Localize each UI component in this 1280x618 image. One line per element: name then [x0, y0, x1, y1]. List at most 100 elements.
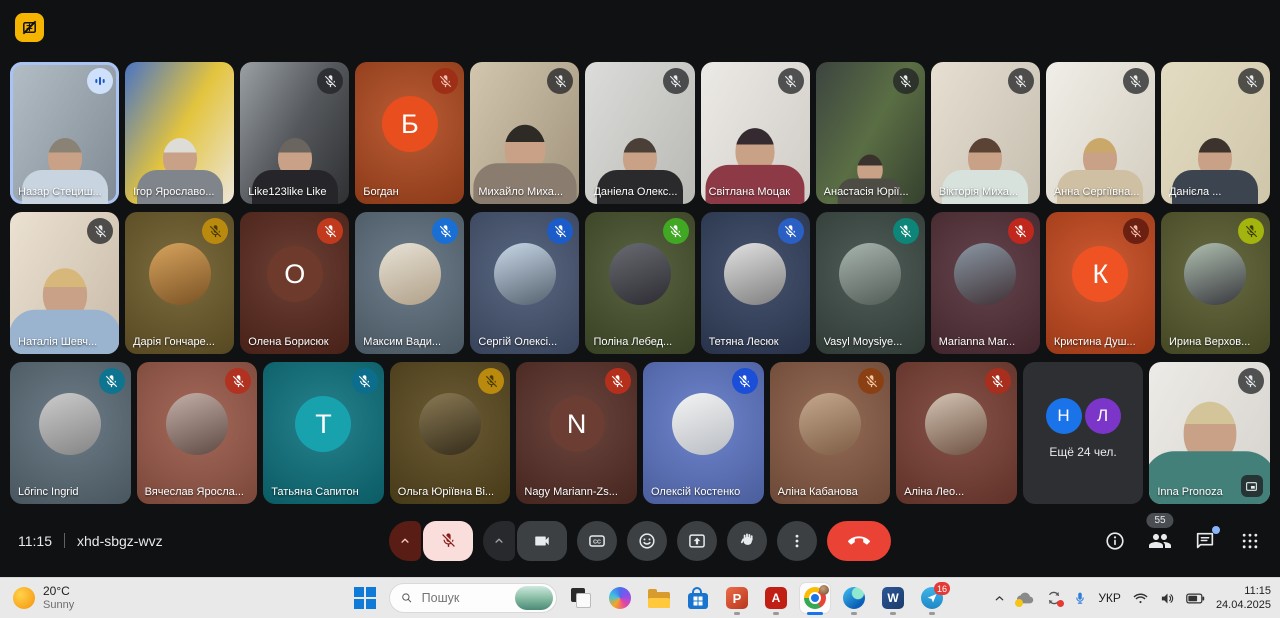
participant-tile[interactable]: Т Татьяна Сапитон: [263, 362, 384, 504]
participant-name: Marianna Mar...: [938, 336, 1016, 348]
participant-tile[interactable]: Ігор Ярославо...: [125, 62, 235, 204]
search-input[interactable]: [419, 590, 508, 606]
participant-tile[interactable]: Михайло Миха...: [470, 62, 580, 204]
meeting-details-button[interactable]: [1103, 529, 1127, 553]
onedrive-warning-badge: [1015, 599, 1024, 607]
recording-dot: [1057, 600, 1065, 607]
participant-tile[interactable]: Inna Pronoza: [1149, 362, 1270, 504]
participant-tile[interactable]: Назар Стециш...: [10, 62, 120, 204]
participant-tile[interactable]: Анна Сергіївна...: [1045, 62, 1155, 204]
file-explorer-button[interactable]: [644, 583, 674, 613]
avatar-image: [419, 393, 482, 456]
participant-tile[interactable]: К Кристина Душ...: [1045, 212, 1155, 354]
volume-icon[interactable]: [1160, 591, 1175, 606]
activities-button[interactable]: [1238, 529, 1262, 553]
mic-muted-icon: [351, 368, 378, 394]
avatar-image: [798, 393, 861, 456]
participant-name: Анна Сергіївна...: [1053, 186, 1140, 198]
chat-button[interactable]: [1193, 525, 1220, 553]
acrobat-button[interactable]: A: [761, 583, 791, 613]
mic-muted-icon: [662, 68, 689, 94]
taskbar-search[interactable]: [389, 583, 557, 613]
end-call-button[interactable]: [827, 520, 891, 561]
mic-options-button[interactable]: [389, 520, 421, 561]
participant-tile[interactable]: Анастасія Юрії...: [815, 62, 925, 204]
participant-name: Тетяна Лесюк: [708, 336, 779, 348]
participant-tile[interactable]: Б Богдан: [355, 62, 465, 204]
mic-muted-icon: [87, 218, 114, 244]
mute-button[interactable]: [423, 520, 473, 561]
participant-tile[interactable]: О Олена Борисюк: [240, 212, 350, 354]
wifi-icon[interactable]: [1132, 592, 1149, 605]
participant-tile[interactable]: Like123like Like: [240, 62, 350, 204]
participant-tile[interactable]: Сергій Олексі...: [470, 212, 580, 354]
mic-muted-icon: [1238, 68, 1265, 94]
avatar-image: [378, 243, 441, 306]
windows-taskbar: 20°C Sunny P A W 16: [0, 577, 1280, 618]
camera-button[interactable]: [517, 520, 567, 561]
avatar-image: [839, 243, 902, 306]
weather-widget[interactable]: 20°C Sunny: [13, 578, 74, 618]
participant-name: Максим Вади...: [363, 336, 442, 348]
participant-name: Вячеслав Яросла...: [144, 486, 244, 498]
participant-tile[interactable]: Максим Вади...: [355, 212, 465, 354]
language-indicator[interactable]: УКР: [1098, 591, 1121, 605]
microsoft-store-button[interactable]: [683, 583, 713, 613]
participant-tile[interactable]: Даніела Олекс...: [585, 62, 695, 204]
participant-tile[interactable]: Аліна Лео...: [896, 362, 1017, 504]
sync-record-icon[interactable]: [1046, 590, 1065, 607]
participant-tile[interactable]: Marianna Mar...: [930, 212, 1040, 354]
participant-tile[interactable]: Вікторія Миха...: [930, 62, 1040, 204]
participant-row: Наталія Шевч... Дарія Гончаре... О Олена Бо…: [10, 212, 1271, 354]
participant-tile[interactable]: Вячеслав Яросла...: [136, 362, 258, 504]
start-button[interactable]: [350, 583, 380, 613]
copilot-button[interactable]: [605, 583, 635, 613]
weather-sun-icon: [13, 587, 35, 609]
powerpoint-button[interactable]: P: [722, 583, 752, 613]
captions-button[interactable]: CC: [577, 520, 617, 561]
people-button[interactable]: 55: [1146, 512, 1174, 553]
avatar-image: [1184, 243, 1247, 306]
mic-muted-icon: [478, 368, 505, 394]
pip-icon[interactable]: [1240, 475, 1263, 497]
participant-tile[interactable]: Наталія Шевч...: [10, 212, 120, 354]
telegram-button[interactable]: 16: [917, 582, 950, 613]
mic-muted-icon: [662, 218, 689, 244]
reactions-button[interactable]: [627, 520, 667, 561]
tray-mic-icon[interactable]: [1073, 591, 1087, 606]
participant-tile[interactable]: Дарія Гончаре...: [125, 212, 235, 354]
participant-tile[interactable]: Тетяна Лесюк: [700, 212, 810, 354]
mic-muted-icon: [1122, 68, 1149, 94]
participant-tile[interactable]: Ирина Верхов...: [1160, 212, 1271, 354]
task-view-button[interactable]: [566, 583, 596, 613]
avatar-letter: О: [266, 246, 323, 303]
participant-tile[interactable]: Аліна Кабанова: [769, 362, 891, 504]
meet-bottom-bar: 11:15 xhd-sbgz-wvz CC 55: [0, 504, 1280, 577]
onedrive-icon[interactable]: [1015, 591, 1035, 607]
overflow-tile[interactable]: Н Л Ещё 24 чел.: [1022, 362, 1144, 504]
taskbar-apps: P A W 16: [350, 578, 950, 618]
participant-tile[interactable]: Ольга Юріївна Ві...: [389, 362, 511, 504]
mic-muted-icon: [317, 218, 344, 244]
participant-tile[interactable]: Данієла ...: [1160, 62, 1271, 204]
participant-tile[interactable]: Олексій Костенко: [642, 362, 764, 504]
participant-tile[interactable]: Поліна Лебед...: [585, 212, 695, 354]
battery-icon[interactable]: [1186, 592, 1205, 605]
present-screen-button[interactable]: [677, 520, 717, 561]
camera-options-button[interactable]: [483, 520, 515, 561]
tray-clock[interactable]: 11:15 24.04.2025: [1216, 584, 1271, 613]
word-button[interactable]: W: [878, 583, 908, 613]
edge-button[interactable]: [839, 583, 869, 613]
tray-expand-icon[interactable]: [993, 592, 1006, 605]
participant-tile[interactable]: Lőrinc Ingrid: [10, 362, 131, 504]
chrome-button[interactable]: [800, 583, 830, 613]
search-icon: [402, 593, 412, 603]
participant-name: Вікторія Миха...: [938, 186, 1019, 198]
participant-tile[interactable]: Світлана Моцак: [700, 62, 810, 204]
mic-muted-icon: [1122, 218, 1149, 244]
participant-tile[interactable]: Vasyl Moysiye...: [815, 212, 925, 354]
more-options-button[interactable]: [777, 520, 817, 561]
participant-tile[interactable]: N Nagy Mariann-Zs...: [516, 362, 637, 504]
raise-hand-button[interactable]: [727, 520, 767, 561]
overflow-avatar: Л: [1084, 398, 1121, 434]
